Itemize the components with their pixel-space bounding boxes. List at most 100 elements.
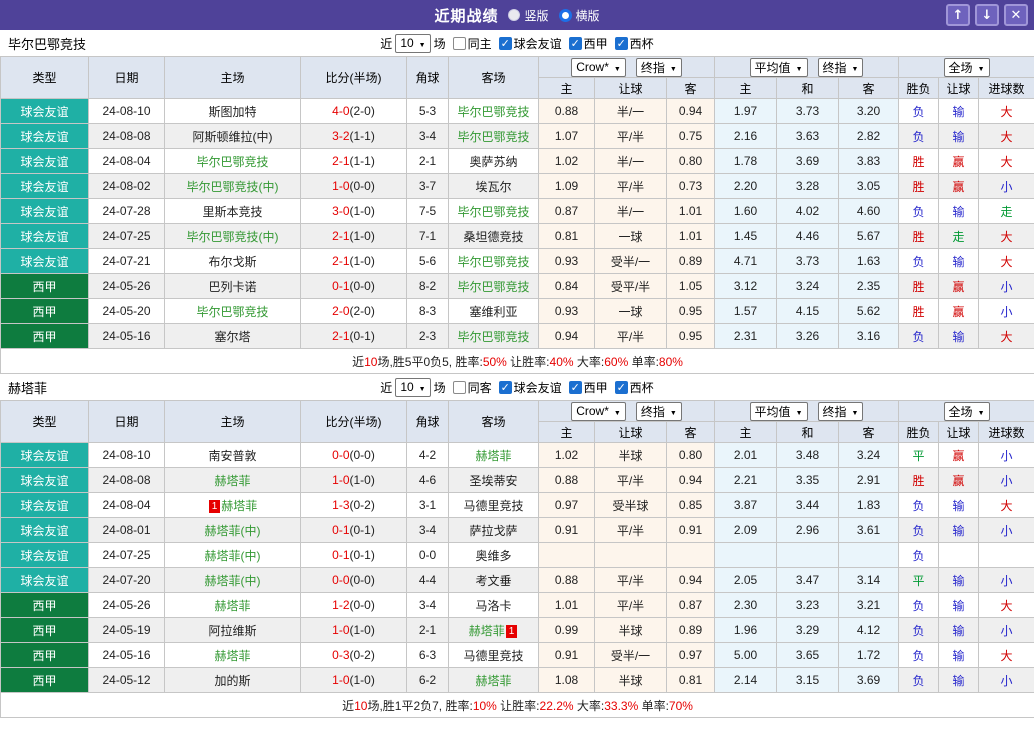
crow-handicap [594,542,667,568]
fulltime-score: 4-0 [332,104,350,118]
corner-score: 2-1 [406,148,449,174]
league-cup-checkbox[interactable] [614,380,628,394]
match-score: 3-2(1-1) [300,123,407,149]
league-friendly-checkbox[interactable] [498,380,512,394]
team-link: 马德里竞技 [463,648,524,663]
match-score: 0-1(0-1) [300,517,407,543]
team-link: 赫塔菲 [221,498,258,513]
match-score: 4-0(2-0) [300,98,407,124]
layout-horizontal-radio[interactable]: 横版 [558,7,600,24]
league-laliga-checkbox[interactable] [568,380,582,394]
col-home: 主场 [164,400,301,443]
team-link: 圣埃蒂安 [469,473,518,488]
same-venue-checkbox[interactable] [452,36,466,50]
recent-count-select[interactable]: 10 [395,33,431,53]
win-loss-result: 负 [898,323,940,349]
league-type-badge: 西甲 [0,642,89,668]
home-team: 塞尔塔 [164,323,301,349]
home-team: 毕尔巴鄂竞技 [164,148,301,174]
win-loss-result: 平 [898,567,940,593]
crow-home-odds: 0.97 [538,492,595,518]
recent-count-select[interactable]: 10 [395,377,431,397]
league-laliga-checkbox[interactable] [568,36,582,50]
move-down-button[interactable] [975,4,999,26]
fulltime-score: 0-1 [332,279,350,293]
league-type-badge: 球会友谊 [0,223,89,249]
team-link: 阿拉维斯 [208,623,257,638]
team-link: 赫塔菲 [475,448,512,463]
league-friendly-checkbox[interactable] [498,36,512,50]
crow-handicap: 半/一 [594,148,667,174]
fulltime-score: 1-0 [332,473,350,487]
layout-vertical-radio[interactable]: 竖版 [508,7,549,24]
final-odds-select[interactable]: 终指 [635,57,682,77]
avg-draw-odds: 4.46 [776,223,839,249]
avg-away-odds: 3.61 [837,517,900,543]
win-loss-result: 平 [898,442,940,468]
goals-result: 小 [978,467,1034,493]
table-row: 球会友谊 24-08-01 赫塔菲(中) 0-1(0-1) 3-4 萨拉戈萨 0.91 平/半… [0,517,1034,543]
avg-home-odds: 3.12 [714,273,777,299]
away-team: 赫塔菲 [448,667,539,693]
crow-home-odds: 1.01 [538,592,595,618]
win-loss-result: 负 [898,542,940,568]
final-odds-select-2[interactable]: 终指 [817,401,864,421]
goals-result: 大 [978,323,1034,349]
match-score: 1-0(1-0) [300,667,407,693]
avg-draw-odds: 3.65 [776,642,839,668]
handicap-result: 走 [938,223,980,249]
handicap-result: 输 [938,323,980,349]
team-link: 塞维利亚 [469,304,518,319]
league-cup-checkbox[interactable] [614,36,628,50]
final-odds-select[interactable]: 终指 [635,401,682,421]
col-goals: 进球数 [978,77,1034,99]
match-date: 24-08-08 [88,123,165,149]
avg-home-odds: 2.14 [714,667,777,693]
scope-select[interactable]: 全场 [943,401,990,421]
crow-home-odds: 1.07 [538,123,595,149]
corner-score: 4-4 [406,567,449,593]
league-type-badge: 球会友谊 [0,517,89,543]
crow-home-odds: 0.81 [538,223,595,249]
chevron-down-icon [670,404,677,418]
match-date: 24-07-25 [88,542,165,568]
away-team: 毕尔巴鄂竞技 [448,98,539,124]
crow-handicap: 平/半 [594,567,667,593]
recent-count-value: 10 [400,36,414,50]
col-avg-home: 主 [714,421,777,443]
avg-away-odds: 3.05 [837,173,900,199]
fulltime-score: 1-0 [332,673,350,687]
avg-away-odds: 1.72 [837,642,900,668]
final-odds-select-2[interactable]: 终指 [817,57,864,77]
same-venue-checkbox[interactable] [452,380,466,394]
average-odds-group: 平均值 终指 [713,400,900,422]
fulltime-score: 3-2 [332,129,350,143]
team-link: 赫塔菲(中) [204,523,261,538]
crow-handicap: 半球 [594,667,667,693]
goals-result: 小 [978,567,1034,593]
home-team: 赫塔菲(中) [164,517,301,543]
league-type-badge: 球会友谊 [0,173,89,199]
league-type-badge: 球会友谊 [0,542,89,568]
titlebar: 近期战绩 竖版 横版 [0,0,1034,30]
away-team: 圣埃蒂安 [448,467,539,493]
col-away: 客场 [448,400,539,443]
fulltime-score: 2-1 [332,329,350,343]
bookmaker-select[interactable]: Crow* [571,401,626,421]
bookmaker-select[interactable]: Crow* [571,57,626,77]
team-link: 毕尔巴鄂竞技 [457,104,530,119]
goals-result: 小 [978,273,1034,299]
close-button[interactable] [1004,4,1028,26]
crow-home-odds: 1.08 [538,667,595,693]
layout-vertical-label: 竖版 [524,8,549,23]
average-select[interactable]: 平均值 [749,57,808,77]
scope-select[interactable]: 全场 [943,57,990,77]
average-select[interactable]: 平均值 [749,401,808,421]
move-up-button[interactable] [946,4,970,26]
avg-draw-odds: 2.96 [776,517,839,543]
fulltime-score: 3-0 [332,204,350,218]
section-home-team: 毕尔巴鄂竞技 近 10 场 同主 球会友谊 西甲 西杯 类型 [0,30,1034,374]
chevron-down-icon [796,60,803,74]
home-team: 阿拉维斯 [164,617,301,643]
table-row: 西甲 24-05-26 巴列卡诺 0-1(0-0) 8-2 毕尔巴鄂竞技 0.84 受平/半 1… [0,273,1034,299]
